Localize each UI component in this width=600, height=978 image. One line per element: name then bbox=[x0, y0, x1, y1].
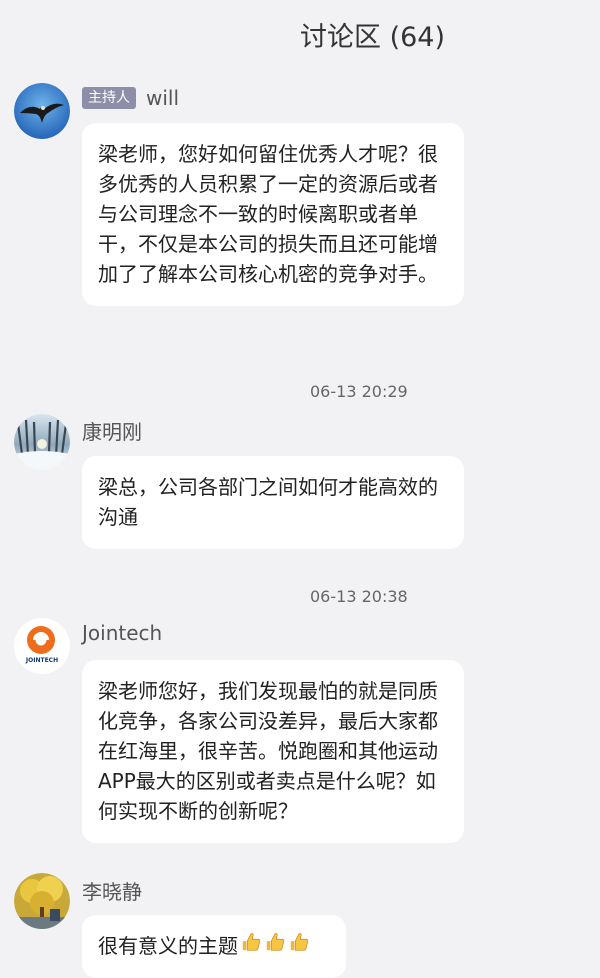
jointech-logo-text: JOINTECH bbox=[25, 657, 58, 664]
thumbs-up-emoji-icon bbox=[264, 931, 286, 961]
snowy-forest-avatar-icon bbox=[14, 414, 70, 470]
username[interactable]: will bbox=[146, 86, 179, 110]
username[interactable]: Jointech bbox=[82, 621, 162, 645]
avatar[interactable] bbox=[14, 83, 70, 139]
jointech-logo-icon: JOINTECH bbox=[14, 618, 70, 674]
thumbs-up-emoji-icon bbox=[240, 931, 262, 961]
avatar[interactable] bbox=[14, 414, 70, 470]
message-bubble: 梁总，公司各部门之间如何才能高效的沟通 bbox=[82, 456, 464, 549]
avatar[interactable] bbox=[14, 873, 70, 929]
message-bubble: 梁老师您好，我们发现最怕的就是同质化竞争，各家公司没差异，最后大家都在红海里，很… bbox=[82, 660, 464, 843]
avatar[interactable]: JOINTECH bbox=[14, 618, 70, 674]
discussion-header: 讨论区 (64) bbox=[0, 0, 600, 70]
thumbs-up-emoji-icon bbox=[288, 931, 310, 961]
yellow-tree-avatar-icon bbox=[14, 873, 70, 929]
username[interactable]: 李晓静 bbox=[82, 876, 142, 905]
message-author-row: 康明刚 bbox=[82, 416, 142, 445]
timestamp: 06-13 20:38 bbox=[310, 587, 408, 606]
timestamp: 06-13 20:29 bbox=[310, 382, 408, 401]
host-badge: 主持人 bbox=[82, 87, 136, 109]
message-bubble: 梁老师，您好如何留住优秀人才呢？很多优秀的人员积累了一定的资源后或者与公司理念不… bbox=[82, 123, 464, 306]
eagle-avatar-icon bbox=[14, 83, 70, 139]
message-author-row: Jointech bbox=[82, 621, 162, 645]
message-bubble: 很有意义的主题 bbox=[82, 915, 346, 978]
page-title: 讨论区 (64) bbox=[300, 22, 446, 53]
message-author-row: 主持人 will bbox=[82, 86, 179, 110]
username[interactable]: 康明刚 bbox=[82, 416, 142, 445]
message-author-row: 李晓静 bbox=[82, 876, 142, 905]
message-text: 很有意义的主题 bbox=[98, 934, 238, 958]
